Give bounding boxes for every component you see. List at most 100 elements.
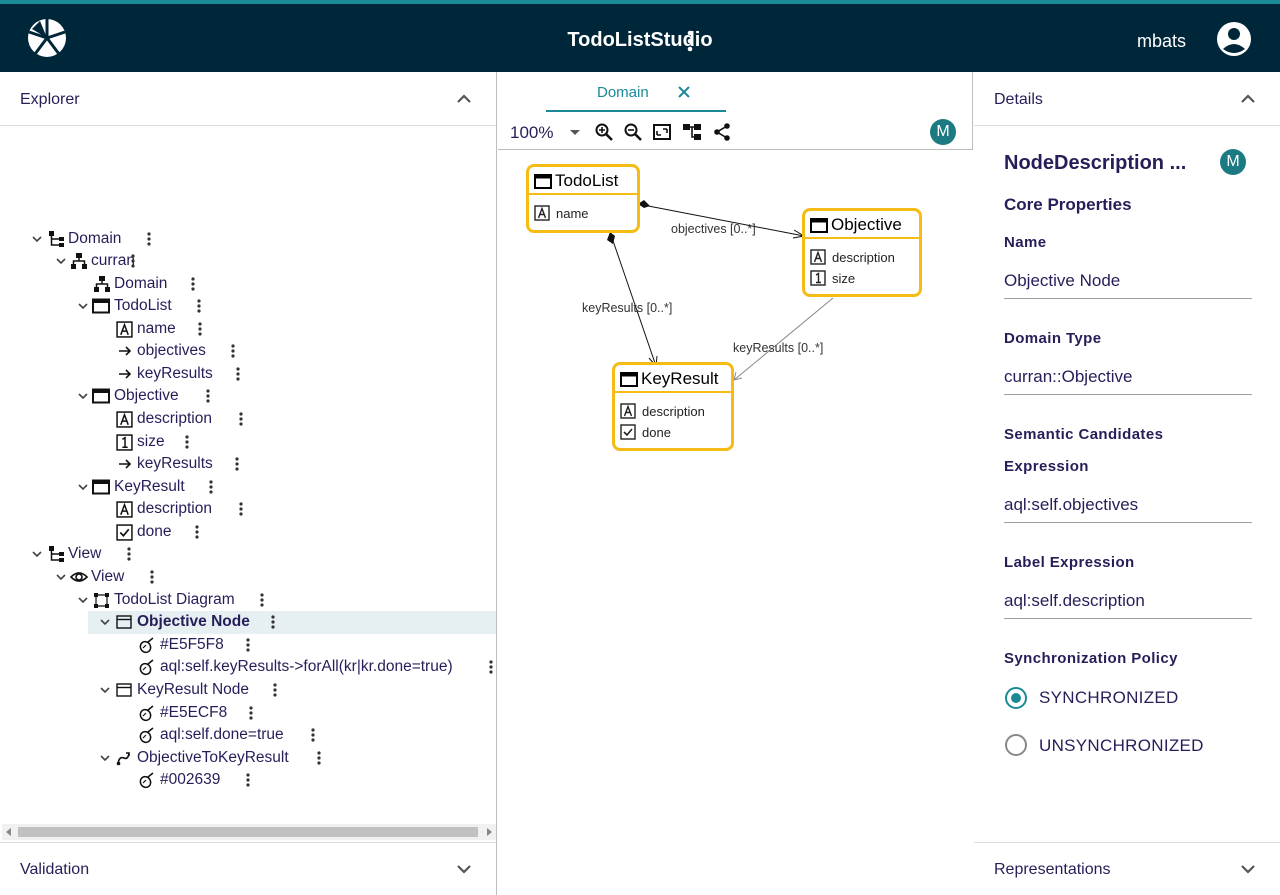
zoom-in-icon[interactable] xyxy=(594,122,614,142)
more-vert-icon[interactable] xyxy=(195,297,203,315)
horizontal-scrollbar[interactable] xyxy=(2,824,496,840)
more-vert-icon[interactable] xyxy=(237,410,245,428)
zoom-dropdown-icon[interactable] xyxy=(570,130,580,135)
radio-checked-icon[interactable] xyxy=(1004,686,1028,710)
more-vert-icon[interactable] xyxy=(247,704,255,722)
user-avatar[interactable]: M xyxy=(1220,149,1246,175)
expand-chevron-icon[interactable] xyxy=(75,479,91,495)
more-vert-icon[interactable] xyxy=(680,28,700,54)
more-vert-icon[interactable] xyxy=(204,387,212,405)
edge-label[interactable]: keyResults [0..*] xyxy=(582,301,672,315)
more-vert-icon[interactable] xyxy=(315,749,323,767)
expand-chevron-icon[interactable] xyxy=(97,682,113,698)
tree-item[interactable]: keyResults xyxy=(0,363,490,386)
tree-item[interactable]: View xyxy=(0,543,490,566)
tree-item[interactable]: size xyxy=(0,431,490,454)
more-vert-icon[interactable] xyxy=(183,433,191,451)
more-vert-icon[interactable] xyxy=(237,500,245,518)
more-vert-icon[interactable] xyxy=(145,230,153,248)
diagram-node-objective[interactable]: Objective description size xyxy=(802,208,922,297)
expression-field[interactable]: aql:self.objectives xyxy=(1004,489,1252,523)
edge-label[interactable]: keyResults [0..*] xyxy=(733,341,823,355)
tree-item[interactable]: Objective Node xyxy=(88,611,496,634)
more-vert-icon[interactable] xyxy=(258,591,266,609)
sirius-logo-icon[interactable] xyxy=(26,17,68,59)
tree-item[interactable]: #002639 xyxy=(0,769,490,792)
more-vert-icon[interactable] xyxy=(125,545,133,563)
tree-item[interactable]: View xyxy=(0,566,490,589)
more-vert-icon[interactable] xyxy=(193,523,201,541)
tree-item[interactable]: aql:self.keyResults->forAll(kr|kr.done=t… xyxy=(0,656,493,679)
name-field[interactable]: Objective Node xyxy=(1004,265,1252,299)
tree-item[interactable]: curran xyxy=(0,250,490,273)
diagram-node-todolist[interactable]: TodoList name xyxy=(526,164,640,233)
chevron-up-icon[interactable] xyxy=(1238,89,1258,109)
node-attribute[interactable]: name xyxy=(534,204,589,222)
tree-item[interactable]: description xyxy=(0,408,490,431)
more-vert-icon[interactable] xyxy=(271,681,279,699)
tree-item[interactable]: Domain xyxy=(0,228,490,251)
tab-domain[interactable]: Domain xyxy=(546,72,726,112)
more-vert-icon[interactable] xyxy=(207,478,215,496)
edge-label[interactable]: objectives [0..*] xyxy=(671,222,756,236)
expand-chevron-icon[interactable] xyxy=(75,592,91,608)
more-vert-icon[interactable] xyxy=(244,771,252,789)
tree-item[interactable]: name xyxy=(0,318,490,341)
more-vert-icon[interactable] xyxy=(244,636,252,654)
more-vert-icon[interactable] xyxy=(189,275,197,293)
tree-item[interactable]: Objective xyxy=(0,385,490,408)
expand-chevron-icon[interactable] xyxy=(97,614,113,630)
user-avatar[interactable]: M xyxy=(930,119,956,145)
tree-item[interactable]: #E5ECF8 xyxy=(0,702,490,725)
radio-unchecked-icon[interactable] xyxy=(1004,733,1028,757)
more-vert-icon[interactable] xyxy=(148,568,156,586)
expand-chevron-icon[interactable] xyxy=(53,253,69,269)
expand-chevron-icon[interactable] xyxy=(29,546,45,562)
more-vert-icon[interactable] xyxy=(129,252,137,270)
node-attribute[interactable]: description xyxy=(620,402,705,420)
account-circle-icon[interactable] xyxy=(1216,21,1252,57)
domain-type-field[interactable]: curran::Objective xyxy=(1004,361,1252,395)
tree-item[interactable]: KeyResult xyxy=(0,476,490,499)
diagram-canvas[interactable]: objectives [0..*] keyResults [0..*] keyR… xyxy=(498,150,973,895)
diagram-node-keyresult[interactable]: KeyResult description done xyxy=(612,362,734,451)
edge-keyresults[interactable] xyxy=(609,231,657,367)
node-attribute[interactable]: description xyxy=(810,248,895,266)
share-icon[interactable] xyxy=(712,122,732,142)
expand-chevron-icon[interactable] xyxy=(75,388,91,404)
expand-chevron-icon[interactable] xyxy=(97,750,113,766)
radio-unsynchronized[interactable]: UNSYNCHRONIZED xyxy=(1039,736,1204,756)
node-attribute[interactable]: size xyxy=(810,269,855,287)
tree-item[interactable]: #E5F5F8 xyxy=(0,634,490,657)
zoom-out-icon[interactable] xyxy=(623,122,643,142)
label-expression-field[interactable]: aql:self.description xyxy=(1004,585,1252,619)
tree-item[interactable]: objectives xyxy=(0,340,490,363)
tree-item[interactable]: TodoList Diagram xyxy=(0,589,490,612)
username[interactable]: mbats xyxy=(1137,31,1186,52)
more-vert-icon[interactable] xyxy=(269,613,277,631)
tree-item[interactable]: KeyResult Node xyxy=(0,679,490,702)
radio-synchronized[interactable]: SYNCHRONIZED xyxy=(1039,688,1179,708)
tree-item[interactable]: keyResults xyxy=(0,453,490,476)
representations-header[interactable]: Representations xyxy=(974,842,1280,895)
tree-item[interactable]: aql:self.done=true xyxy=(0,724,490,747)
tree-item[interactable]: ObjectiveToKeyResult xyxy=(0,747,490,770)
close-icon[interactable] xyxy=(676,84,692,100)
more-vert-icon[interactable] xyxy=(309,726,317,744)
chevron-down-icon[interactable] xyxy=(454,859,474,879)
chevron-up-icon[interactable] xyxy=(454,89,474,109)
node-attribute[interactable]: done xyxy=(620,423,671,441)
chevron-down-icon[interactable] xyxy=(1238,859,1258,879)
expand-chevron-icon[interactable] xyxy=(29,231,45,247)
more-vert-icon[interactable] xyxy=(229,342,237,360)
tree-item[interactable]: Domain xyxy=(0,273,490,296)
tree-item[interactable]: description xyxy=(0,498,490,521)
fit-to-screen-icon[interactable] xyxy=(652,122,672,142)
arrange-all-icon[interactable] xyxy=(682,122,702,142)
more-vert-icon[interactable] xyxy=(196,320,204,338)
tree-item[interactable]: done xyxy=(0,521,490,544)
expand-chevron-icon[interactable] xyxy=(75,298,91,314)
more-vert-icon[interactable] xyxy=(487,658,495,676)
more-vert-icon[interactable] xyxy=(233,455,241,473)
zoom-level[interactable]: 100% xyxy=(510,123,553,143)
